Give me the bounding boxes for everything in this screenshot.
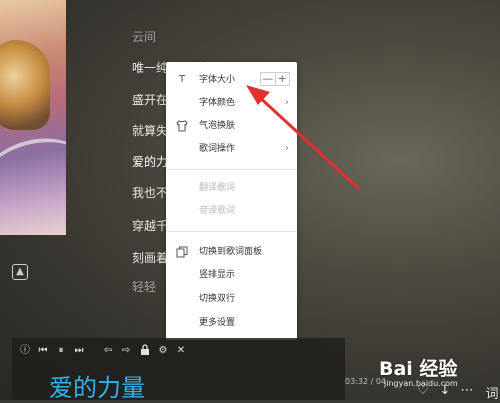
download-icon[interactable]: ↓ (437, 383, 453, 398)
back-icon[interactable]: ⇦ (101, 344, 115, 358)
info-icon[interactable]: ⓘ (18, 344, 32, 358)
lyric-toggle-button[interactable]: 词 (484, 383, 500, 402)
watermark-logo: Bai 经验 (379, 358, 458, 380)
lock-icon[interactable] (138, 344, 152, 361)
next-icon[interactable]: ⏭ (72, 344, 86, 358)
settings-icon[interactable]: ⚙ (156, 344, 170, 358)
prev-icon[interactable]: ⏮ (36, 344, 50, 358)
close-icon[interactable]: ✕ (174, 344, 188, 358)
more-icon[interactable]: ⋯ (459, 383, 475, 398)
heart-icon[interactable]: ♡ (415, 383, 431, 398)
current-lyric-display: 爱的力量 (49, 374, 145, 402)
forward-icon[interactable]: ⇨ (119, 344, 133, 358)
pause-icon[interactable]: ⏸ (54, 344, 68, 358)
